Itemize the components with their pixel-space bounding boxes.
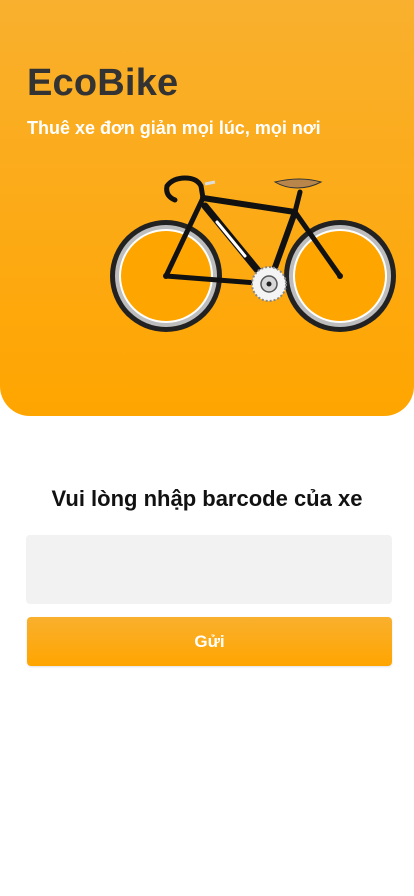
bike-seat (273, 178, 323, 189)
chainring (251, 266, 287, 302)
barcode-prompt: Vui lòng nhập barcode của xe (51, 486, 363, 511)
bicycle-illustration (110, 175, 396, 332)
app-tagline: Thuê xe đơn giản mọi lúc, mọi nơi (27, 118, 321, 138)
app-title: EcoBike (27, 62, 179, 104)
barcode-input[interactable] (26, 535, 392, 604)
submit-button[interactable]: Gửi (27, 617, 392, 666)
bike-handlebar (164, 175, 204, 203)
hero-banner: EcoBike Thuê xe đơn giản mọi lúc, mọi nơ… (0, 0, 414, 416)
